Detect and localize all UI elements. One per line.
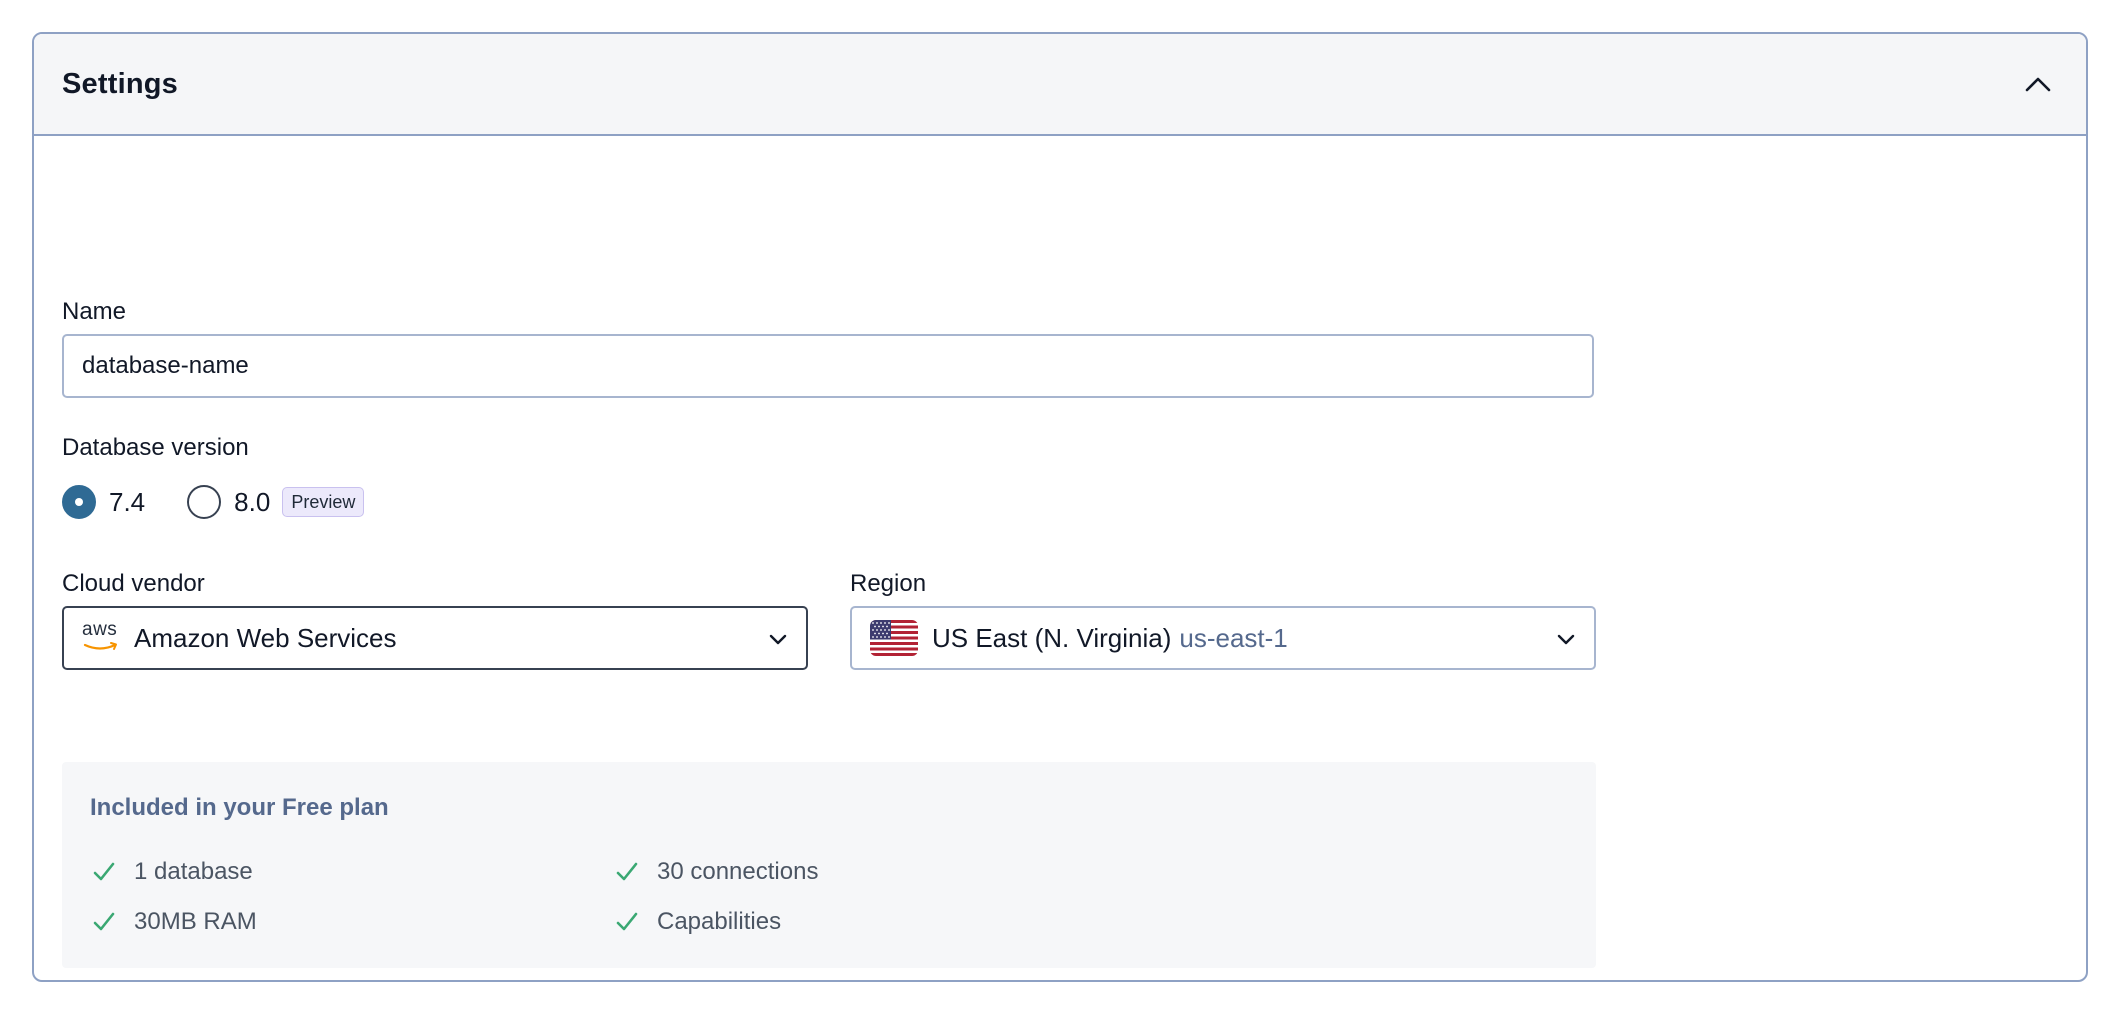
version-option-7-4[interactable]: 7.4 [62,485,145,519]
region-code: us-east-1 [1179,622,1288,653]
free-plan-box: Included in your Free plan 1 database 30… [62,762,1596,968]
aws-logo-icon: aws [82,619,120,653]
radio-7-4[interactable] [62,485,96,519]
check-icon [613,908,641,936]
database-version-radio-group: 7.4 8.0 Preview [62,485,406,519]
cloud-vendor-value: Amazon Web Services [134,622,397,653]
chevron-down-icon [1556,628,1576,655]
chevron-down-icon [768,628,788,655]
cloud-vendor-label: Cloud vendor [62,570,205,597]
version-label-7-4: 7.4 [109,486,146,517]
database-version-label: Database version [62,434,249,461]
version-label-8-0: 8.0 [234,486,271,517]
plan-title: Included in your Free plan [90,794,389,821]
check-icon [90,858,118,886]
region-select[interactable]: US East (N. Virginia) us-east-1 [850,606,1596,670]
plan-item-label: 30MB RAM [134,908,257,935]
plan-item: 30MB RAM [90,908,257,936]
plan-item-label: 30 connections [657,858,819,885]
region-label: Region [850,570,927,597]
cloud-vendor-select[interactable]: aws Amazon Web Services [62,606,808,670]
preview-badge: Preview [282,487,365,517]
settings-header[interactable]: Settings [34,34,2086,136]
name-label: Name [62,298,127,325]
panel-title: Settings [62,67,178,100]
name-input[interactable] [62,334,1594,398]
settings-panel: Settings Name Database version 7.4 8.0 P… [32,32,2088,982]
plan-item-label: 1 database [134,858,253,885]
chevron-up-icon[interactable] [2018,64,2058,104]
check-icon [90,908,118,936]
check-icon [613,858,641,886]
plan-item: 1 database [90,858,253,886]
region-value: US East (N. Virginia) [932,622,1172,653]
plan-item: 30 connections [613,858,818,886]
radio-8-0[interactable] [187,485,222,519]
us-flag-icon [870,620,918,656]
plan-item: Capabilities [613,908,781,936]
version-option-8-0[interactable]: 8.0 Preview [187,485,365,519]
plan-item-label: Capabilities [657,908,782,935]
